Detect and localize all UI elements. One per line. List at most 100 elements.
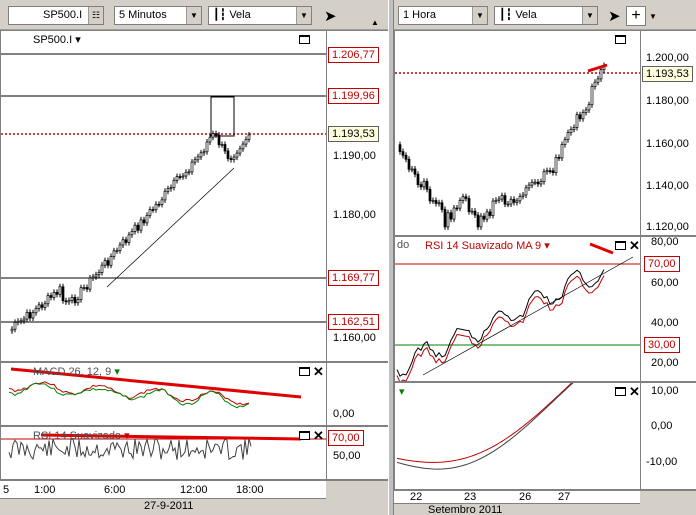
candle xyxy=(163,190,167,201)
rsi-panel-title[interactable]: RSI 14 Suavizado ▾ xyxy=(33,429,130,442)
interval-combo-right[interactable]: 1 Hora ▼ xyxy=(398,6,488,25)
candle xyxy=(401,151,405,156)
candle xyxy=(593,81,597,87)
chevron-down-icon[interactable]: ▼ xyxy=(296,7,311,24)
candle xyxy=(467,198,471,212)
candle xyxy=(91,276,95,279)
candle xyxy=(494,199,498,202)
candle xyxy=(211,133,215,138)
candle xyxy=(428,189,432,202)
price-level-box: 1.162,51 xyxy=(328,314,379,330)
maximize-icon[interactable] xyxy=(615,241,626,250)
candle xyxy=(226,150,230,159)
maximize-icon[interactable] xyxy=(299,367,310,376)
candle xyxy=(539,181,543,185)
price-panel-title[interactable]: SP500.I ▾ xyxy=(33,33,81,46)
candle xyxy=(524,187,528,196)
candle xyxy=(554,156,558,173)
maximize-icon[interactable] xyxy=(615,35,626,44)
rsi-line xyxy=(396,269,605,377)
candle xyxy=(557,156,561,159)
candle xyxy=(118,244,122,251)
macd-line xyxy=(8,381,250,406)
candle xyxy=(136,224,140,231)
candle xyxy=(232,156,236,160)
candle xyxy=(581,112,585,120)
candle xyxy=(482,215,486,220)
candle xyxy=(497,198,501,201)
chevron-down-icon[interactable]: ▼ xyxy=(472,7,487,24)
candle xyxy=(148,209,152,216)
candle xyxy=(70,297,74,301)
price-level-box: 1.206,77 xyxy=(328,47,379,63)
chevron-down-icon[interactable]: ▼ xyxy=(582,7,597,24)
close-icon[interactable]: ✕ xyxy=(629,239,640,252)
candle xyxy=(94,274,98,278)
cursor-tool-icon[interactable]: ➤ xyxy=(608,7,621,25)
symbol-value: SP500.I xyxy=(43,9,83,21)
maximize-icon[interactable] xyxy=(299,431,310,440)
macd-panel-title[interactable]: MACD 26, 12, 9 ▾ xyxy=(33,365,120,378)
candle xyxy=(578,114,582,120)
candle xyxy=(548,170,552,173)
crosshair-tool-button[interactable]: + xyxy=(626,6,646,26)
candle xyxy=(124,239,128,243)
rsi-ma-line xyxy=(396,275,605,381)
scroll-up-icon[interactable]: ▲ xyxy=(371,18,379,27)
candle xyxy=(515,200,519,203)
y-axis-label: 1.160,00 xyxy=(646,138,689,150)
candle xyxy=(85,287,89,290)
candle xyxy=(485,211,489,220)
candle xyxy=(103,260,107,266)
left-price-yaxis xyxy=(326,31,388,361)
candle xyxy=(61,286,65,302)
candle xyxy=(455,207,459,210)
candle xyxy=(500,195,504,200)
interval-combo-left[interactable]: 5 Minutos ▼ xyxy=(114,6,202,25)
interval-value-left: 5 Minutos xyxy=(119,9,167,21)
crosshair-dropdown-icon[interactable]: ▼ xyxy=(649,12,657,21)
chevron-down-icon[interactable]: ▼ xyxy=(186,7,201,24)
macd-panel-menu-icon[interactable]: ▾ xyxy=(399,385,405,398)
candle xyxy=(52,292,56,298)
date-label: Setembro 2011 xyxy=(428,504,503,515)
signal-line xyxy=(396,383,574,470)
chart-type-combo-right[interactable]: ┃┇ Vela ▼ xyxy=(494,6,598,25)
day-label: 23 xyxy=(464,491,477,503)
candle xyxy=(575,114,579,128)
right-toolbar: 1 Hora ▼ ┃┇ Vela ▼ ➤ + ▼ xyxy=(394,0,696,30)
y-axis-label: -10,00 xyxy=(646,456,678,468)
rsi-level-box: 70,00 xyxy=(328,430,364,446)
candle xyxy=(172,180,176,188)
close-icon[interactable]: ✕ xyxy=(313,365,324,378)
maximize-icon[interactable] xyxy=(299,35,310,44)
candle xyxy=(109,256,113,266)
close-icon[interactable]: ✕ xyxy=(313,429,324,442)
y-axis-label: 1.120,00 xyxy=(646,221,689,233)
symbol-combo[interactable]: SP500.I ☷ xyxy=(8,6,104,25)
candle xyxy=(82,287,86,289)
close-icon[interactable]: ✕ xyxy=(629,385,640,398)
candle xyxy=(97,272,101,276)
candle xyxy=(37,304,41,309)
candle xyxy=(73,297,77,304)
candle xyxy=(121,239,125,246)
time-axis-strip xyxy=(394,491,640,504)
y-axis-label: 1.190,00 xyxy=(333,150,376,162)
candle xyxy=(491,200,495,216)
candle xyxy=(470,210,474,213)
candle xyxy=(187,171,191,174)
cursor-tool-icon[interactable]: ➤ xyxy=(324,7,337,25)
time-label: 12:00 xyxy=(180,484,208,496)
candle xyxy=(545,170,549,173)
candle xyxy=(220,144,224,146)
interval-value-right: 1 Hora xyxy=(403,9,437,21)
chart-type-combo-left[interactable]: ┃┇ Vela ▼ xyxy=(208,6,312,25)
candle xyxy=(25,312,29,320)
candle xyxy=(476,214,480,228)
symbol-dropdown-icon[interactable]: ☷ xyxy=(88,7,103,24)
rsi-panel-title[interactable]: RSI 14 Suavizado MA 9 ▾ xyxy=(425,239,550,252)
candle xyxy=(434,200,438,204)
maximize-icon[interactable] xyxy=(615,387,626,396)
candle xyxy=(244,139,248,145)
